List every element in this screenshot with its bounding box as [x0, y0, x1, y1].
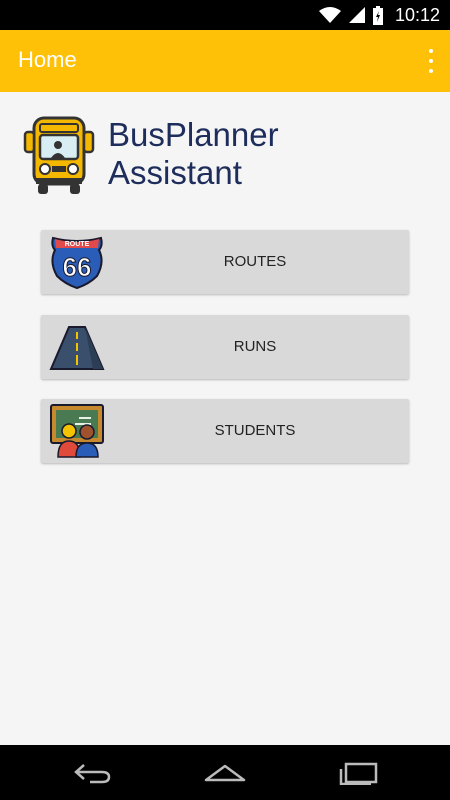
status-time: 10:12	[394, 4, 440, 25]
status-icons: 10:12	[318, 0, 440, 30]
status-bar: 10:12	[0, 0, 450, 30]
signal-icon	[348, 7, 365, 23]
app-name-line2: Assistant	[108, 154, 242, 191]
app-name-line1: BusPlanner	[108, 116, 279, 153]
more-vert-icon[interactable]	[426, 49, 436, 73]
routes-label: ROUTES	[223, 253, 287, 270]
back-icon[interactable]	[69, 757, 115, 789]
students-label: STUDENTS	[214, 422, 296, 439]
battery-icon	[372, 5, 383, 25]
recents-icon[interactable]	[336, 757, 382, 789]
navigation-bar	[0, 745, 450, 800]
home-icon[interactable]	[202, 757, 248, 789]
students-button[interactable]: STUDENTS	[41, 399, 409, 463]
app-bar: Home	[0, 30, 450, 92]
app-name: BusPlanner Assistant	[108, 116, 279, 192]
school-bus-icon	[23, 116, 95, 194]
page-title: Home	[18, 47, 77, 72]
app-header: BusPlanner Assistant	[22, 112, 428, 198]
runs-label: RUNS	[233, 338, 277, 355]
routes-button[interactable]: ROUTE 66 ROUTES	[41, 230, 409, 294]
wifi-icon	[318, 7, 341, 23]
runs-button[interactable]: RUNS	[41, 315, 409, 379]
